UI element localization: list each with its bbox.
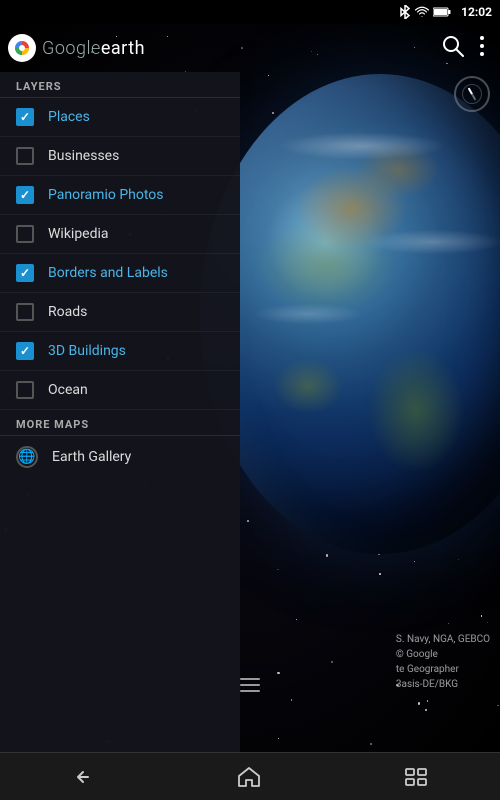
layer-item-buildings[interactable]: 3D Buildings	[0, 332, 240, 371]
layer-label-panoramio: Panoramio Photos	[48, 187, 164, 203]
layer-label-buildings: 3D Buildings	[48, 343, 126, 359]
checkbox-wikipedia[interactable]	[16, 225, 34, 243]
checkbox-buildings[interactable]	[16, 342, 34, 360]
layer-item-borders[interactable]: Borders and Labels	[0, 254, 240, 293]
compass-inner	[462, 84, 482, 104]
layer-item-places[interactable]: Places	[0, 98, 240, 137]
top-toolbar: Googleearth	[0, 24, 500, 72]
compass-needle	[468, 87, 477, 100]
battery-icon	[433, 6, 451, 18]
checkbox-ocean[interactable]	[16, 381, 34, 399]
wifi-icon	[415, 6, 429, 18]
layer-label-wikipedia: Wikipedia	[48, 226, 109, 242]
layer-label-ocean: Ocean	[48, 382, 88, 398]
status-bar: 12:02	[0, 0, 500, 24]
layers-sidebar: LAYERS Places Businesses Panoramio Photos W…	[0, 72, 240, 752]
checkbox-places[interactable]	[16, 108, 34, 126]
checkbox-roads[interactable]	[16, 303, 34, 321]
layer-item-roads[interactable]: Roads	[0, 293, 240, 332]
app-title: Googleearth	[42, 38, 145, 59]
layers-section-header: LAYERS	[0, 72, 240, 98]
search-button[interactable]	[434, 27, 472, 70]
map-menu-icon[interactable]	[240, 677, 260, 696]
bluetooth-icon	[399, 5, 411, 19]
status-icons: 12:02	[399, 5, 492, 19]
layer-item-businesses[interactable]: Businesses	[0, 137, 240, 176]
layer-label-borders: Borders and Labels	[48, 265, 168, 281]
checkbox-businesses[interactable]	[16, 147, 34, 165]
more-options-button[interactable]	[472, 28, 492, 69]
more-maps-section-header: MORE MAPS	[0, 410, 240, 436]
more-maps-label-earth-gallery: Earth Gallery	[52, 449, 131, 465]
layer-label-businesses: Businesses	[48, 148, 119, 164]
layer-label-roads: Roads	[48, 304, 87, 320]
more-maps-item-earth-gallery[interactable]: Earth Gallery	[0, 436, 240, 478]
status-time: 12:02	[461, 5, 492, 19]
layer-label-places: Places	[48, 109, 90, 125]
navigation-bar	[0, 752, 500, 800]
layers-list: Places Businesses Panoramio Photos Wikipedi…	[0, 98, 240, 410]
layer-item-panoramio[interactable]: Panoramio Photos	[0, 176, 240, 215]
layer-item-wikipedia[interactable]: Wikipedia	[0, 215, 240, 254]
checkbox-borders[interactable]	[16, 264, 34, 282]
attribution-line-2: © Google	[396, 647, 490, 662]
google-prefix: Google	[42, 38, 101, 59]
app-name: earth	[101, 38, 145, 59]
attribution-line-1: S. Navy, NGA, GEBCO	[396, 632, 490, 647]
recents-button[interactable]	[385, 760, 447, 794]
checkbox-panoramio[interactable]	[16, 186, 34, 204]
compass[interactable]	[454, 76, 490, 112]
attribution-text: S. Navy, NGA, GEBCO © Google te Geograph…	[396, 632, 490, 692]
attribution-line-3: te Geographer	[396, 662, 490, 677]
more-maps-list: Earth Gallery	[0, 436, 240, 478]
back-button[interactable]	[53, 759, 113, 795]
globe-icon	[16, 446, 38, 468]
home-button[interactable]	[218, 759, 280, 795]
layer-item-ocean[interactable]: Ocean	[0, 371, 240, 410]
attribution-line-4: 3asis-DE/BKG	[396, 677, 490, 692]
app-logo: Googleearth	[8, 34, 145, 62]
google-logo-icon	[8, 34, 36, 62]
